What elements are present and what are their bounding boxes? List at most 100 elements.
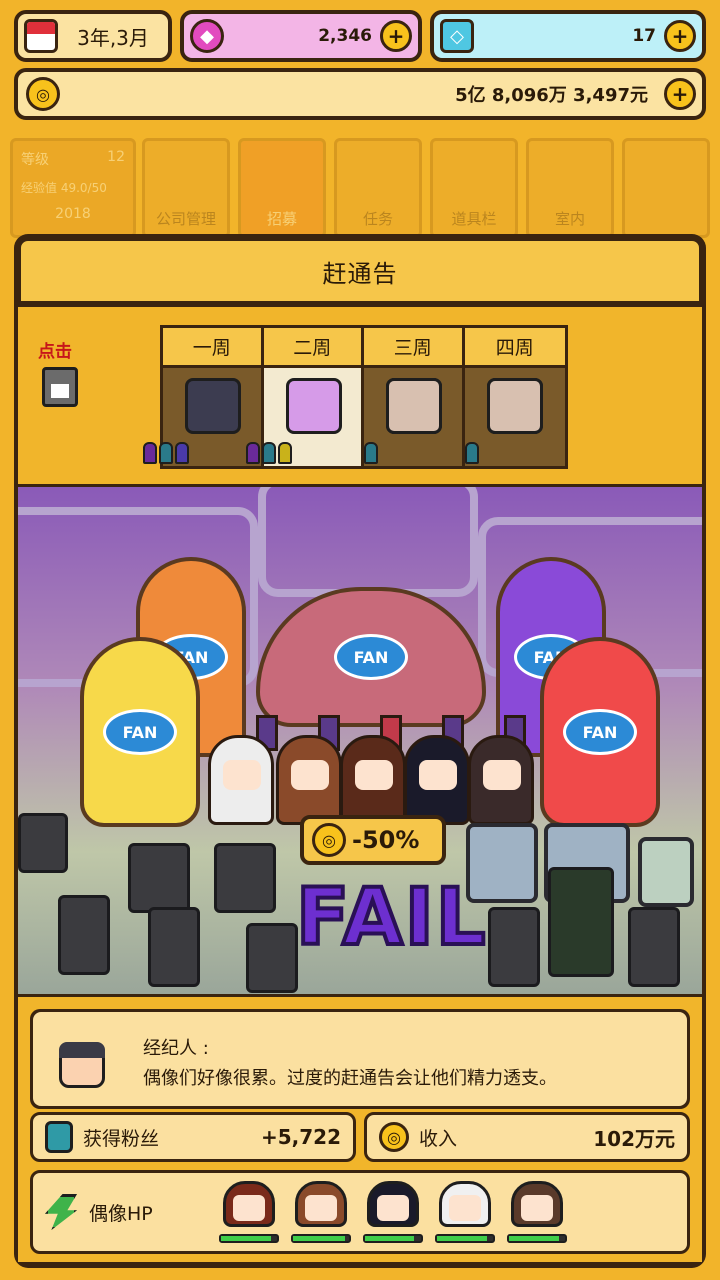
level-label: 等级 [21, 152, 49, 168]
result-stats: 获得粉丝 +5,722 ◎ 收入 102万元 偶像HP [18, 1106, 702, 1262]
idol-hp-portrait [507, 1181, 567, 1243]
level-value: 12 [107, 149, 125, 165]
performance-scene: FAN FAN FAN FAN FAN ◎ -50% FAIL [18, 484, 702, 994]
baseball-icon [386, 378, 443, 434]
add-diamonds-button[interactable]: + [664, 20, 696, 52]
idol-icon [464, 442, 479, 464]
camera [214, 843, 276, 913]
panel-title: 赶通告 [18, 238, 702, 304]
menu-tasks: 任务 [334, 138, 422, 238]
idol-hp-portrait [435, 1181, 495, 1243]
income: ◎ 收入 102万元 [364, 1112, 690, 1162]
week-3[interactable]: 三周 [364, 328, 465, 466]
dialog-area: 经纪人 : 偶像们好像很累。过度的赶通告会让他们精力透支。 [18, 994, 702, 1109]
staff [488, 907, 540, 987]
idol-hp-portrait [219, 1181, 279, 1243]
baseball-icon [486, 378, 543, 434]
staff [148, 907, 200, 987]
gem-icon: ◆ [190, 19, 224, 53]
gem-value: 2,346 [318, 26, 372, 46]
idol-white-hair [208, 735, 274, 825]
date-display: 3年,3月 [14, 10, 172, 62]
idol-dark-brown-hair [340, 735, 406, 825]
bg-date-text: 2018 [55, 206, 91, 222]
fans-gained: 获得粉丝 +5,722 [30, 1112, 356, 1162]
hp-bar [219, 1234, 279, 1243]
menu-recruit: 招募 [238, 138, 326, 238]
staff [58, 895, 110, 975]
gem-counter: ◆ 2,346 + [180, 10, 422, 62]
idol-icon [364, 442, 379, 464]
date-text: 3年,3月 [77, 25, 149, 50]
rainbow-tv-icon [185, 378, 241, 434]
tv-show-icon [285, 378, 342, 434]
background-menu: 等级 12 经验值 49.0/50 2018 公司管理 招募 任务 道具栏 室内 [10, 138, 710, 238]
idol-hp-portrait [363, 1181, 423, 1243]
diamond-counter: ◇ 17 + [430, 10, 706, 62]
week-4[interactable]: 四周 [464, 328, 566, 466]
click-hint: 点击 [38, 342, 72, 362]
income-label: 收入 [419, 1127, 458, 1150]
lightning-icon [45, 1194, 77, 1230]
director [548, 867, 614, 977]
fan-icon [45, 1121, 73, 1153]
center-bottle: FAN [256, 587, 486, 727]
week-activity [245, 368, 362, 466]
fan-logo: FAN [563, 709, 637, 755]
add-gems-button[interactable]: + [380, 20, 412, 52]
week-schedule: 一周 二周 三周 四周 [143, 325, 568, 469]
fail-text: FAIL [294, 871, 488, 965]
week-label: 四周 [464, 328, 566, 368]
manager-dialog: 经纪人 : 偶像们好像很累。过度的赶通告会让他们精力透支。 [30, 1009, 690, 1109]
coin-icon: ◎ [379, 1122, 409, 1152]
coin-icon: ◎ [312, 823, 346, 857]
idol-group-icon [143, 442, 189, 464]
yellow-bottle: FAN [80, 637, 200, 827]
idol-boom-mic [468, 735, 534, 825]
staff [246, 923, 298, 993]
money-value: 5亿 8,096万 3,497元 [455, 85, 648, 106]
calendar-icon [24, 19, 58, 53]
schedule-panel: 赶通告 点击 一周 二周 三周 四周 FAN FAN FAN FAN FAN ◎… [14, 234, 706, 1268]
camera [128, 843, 190, 913]
week-activity [364, 368, 462, 466]
fan-logo: FAN [103, 709, 177, 755]
idol-brown-hair [276, 735, 342, 825]
fans-label: 获得粉丝 [83, 1127, 160, 1150]
top-bar: 3年,3月 ◆ 2,346 + ◇ 17 + [14, 10, 706, 62]
red-bottle: FAN [540, 637, 660, 827]
menu-extra [622, 138, 710, 238]
week-label: 一周 [163, 328, 261, 368]
fan-logo: FAN [334, 634, 408, 680]
idol-black-hair [404, 735, 470, 825]
idol-hp-row: 偶像HP [30, 1170, 690, 1254]
idol-group-icon [245, 442, 292, 464]
hp-label: 偶像HP [89, 1202, 153, 1225]
idol-hp-list [219, 1181, 567, 1243]
menu-items: 道具栏 [430, 138, 518, 238]
week-activity [464, 368, 566, 466]
add-money-button[interactable]: + [664, 78, 696, 110]
menu-interior: 室内 [526, 138, 614, 238]
penalty-value: -50% [352, 826, 420, 854]
staff [628, 907, 680, 987]
penalty-banner: ◎ -50% [300, 815, 446, 865]
exp-label: 经验值 49.0/50 [21, 181, 107, 195]
camera [18, 813, 68, 873]
week-label: 二周 [263, 328, 362, 368]
pipe [258, 487, 478, 597]
idol-hp-portrait [291, 1181, 351, 1243]
hp-bar [507, 1234, 567, 1243]
cat-icon[interactable] [42, 367, 78, 407]
monitor [638, 837, 694, 907]
week-2[interactable]: 二周 [245, 328, 365, 466]
speaker-name: 经纪人 : [143, 1038, 209, 1059]
income-value: 102万元 [593, 1126, 675, 1151]
week-label: 三周 [364, 328, 462, 368]
money-bar: ◎ 5亿 8,096万 3,497元 + [14, 68, 706, 120]
hp-bar [291, 1234, 351, 1243]
hp-bar [435, 1234, 495, 1243]
hp-bar [363, 1234, 423, 1243]
weeks-area: 点击 一周 二周 三周 四周 [18, 304, 702, 484]
manager-avatar [59, 1042, 105, 1088]
